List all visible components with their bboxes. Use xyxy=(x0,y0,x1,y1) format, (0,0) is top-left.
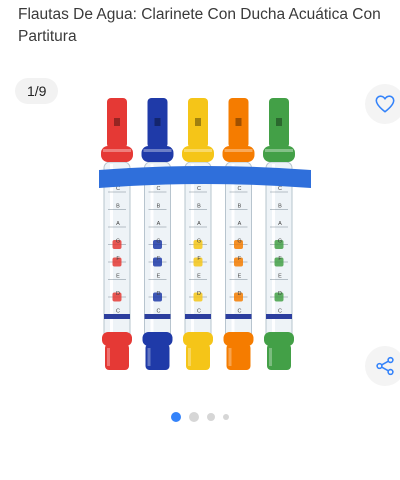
note-label: D xyxy=(157,291,161,297)
note-label: E xyxy=(157,274,161,280)
note-label: A xyxy=(238,221,242,227)
note-label: D xyxy=(278,291,282,297)
flute-collar xyxy=(141,146,174,162)
tube-bottom-band xyxy=(144,314,171,319)
note-label: A xyxy=(116,221,120,227)
foot-shine xyxy=(228,348,232,366)
collar-shine xyxy=(184,149,212,152)
collar-shine xyxy=(143,149,172,152)
tube-bottom-band xyxy=(104,314,130,319)
carousel-dot[interactable] xyxy=(189,412,199,422)
tube-bottom-band xyxy=(225,314,252,319)
product-title: Flautas De Agua: Clarinete Con Ducha Acu… xyxy=(18,6,381,45)
note-label: G xyxy=(237,239,241,245)
note-label: C xyxy=(197,186,201,192)
flute-foot-ring xyxy=(183,332,213,346)
note-label: C xyxy=(278,309,282,315)
collar-shine xyxy=(103,149,131,152)
foot-shine xyxy=(188,348,191,366)
favorite-button[interactable] xyxy=(365,84,400,124)
water-flutes-illustration: CBAGFEDCCBAGFEDCCBAGFEDCCBAGFEDCCBAGFEDC xyxy=(99,98,311,370)
note-label: B xyxy=(116,204,120,210)
note-label: C xyxy=(278,186,282,192)
note-label: C xyxy=(116,186,120,192)
note-label: C xyxy=(197,309,201,315)
note-label: G xyxy=(197,239,201,245)
note-label: C xyxy=(157,309,161,315)
flute-window xyxy=(195,118,201,126)
tube-highlight xyxy=(191,164,194,338)
collar-shine xyxy=(265,149,293,152)
flute-foot-ring xyxy=(223,332,254,346)
flute-collar xyxy=(222,146,255,162)
flute-window xyxy=(154,118,161,126)
note-label: C xyxy=(238,186,242,192)
note-label: D xyxy=(238,291,242,297)
note-label: G xyxy=(116,239,120,245)
carousel-dot[interactable] xyxy=(223,414,229,420)
flute-window xyxy=(114,118,120,126)
tube-highlight xyxy=(150,164,154,338)
flute-window xyxy=(235,118,242,126)
note-label: A xyxy=(197,221,201,227)
note-label: G xyxy=(156,239,160,245)
flute-foot-ring xyxy=(102,332,132,346)
share-button[interactable] xyxy=(365,346,400,386)
note-label: A xyxy=(278,221,282,227)
note-label: E xyxy=(197,274,201,280)
note-label: D xyxy=(197,291,201,297)
note-label: B xyxy=(157,204,161,210)
note-label: E xyxy=(278,274,282,280)
tube-highlight xyxy=(110,164,113,338)
share-icon xyxy=(376,356,394,376)
tube-highlight xyxy=(231,164,235,338)
note-label: B xyxy=(197,204,201,210)
image-counter-badge: 1/9 xyxy=(15,78,59,104)
carousel-dot-active[interactable] xyxy=(171,412,181,422)
heart-outline-icon xyxy=(375,95,395,113)
flute-collar xyxy=(263,146,295,162)
note-label: A xyxy=(157,221,161,227)
carousel-indicator xyxy=(0,412,400,422)
note-label: C xyxy=(116,309,120,315)
flute-collar xyxy=(101,146,133,162)
tube-highlight xyxy=(272,164,275,338)
note-label: G xyxy=(278,239,282,245)
foot-shine xyxy=(269,348,272,366)
note-label: C xyxy=(238,309,242,315)
note-label: D xyxy=(116,291,120,297)
flute-collar xyxy=(182,146,214,162)
tube-bottom-band xyxy=(266,314,292,319)
carousel-dot[interactable] xyxy=(207,413,215,421)
collar-shine xyxy=(224,149,253,152)
foot-shine xyxy=(107,348,110,366)
note-label: C xyxy=(157,186,161,192)
note-label: B xyxy=(238,204,242,210)
foot-shine xyxy=(147,348,151,366)
note-label: B xyxy=(278,204,282,210)
product-image[interactable]: CBAGFEDCCBAGFEDCCBAGFEDCCBAGFEDCCBAGFEDC xyxy=(95,92,315,374)
note-label: E xyxy=(238,274,242,280)
note-label: E xyxy=(116,274,120,280)
flute-window xyxy=(276,118,282,126)
flute-foot-ring xyxy=(264,332,294,346)
tube-bottom-band xyxy=(185,314,211,319)
flute-foot-ring xyxy=(142,332,173,346)
